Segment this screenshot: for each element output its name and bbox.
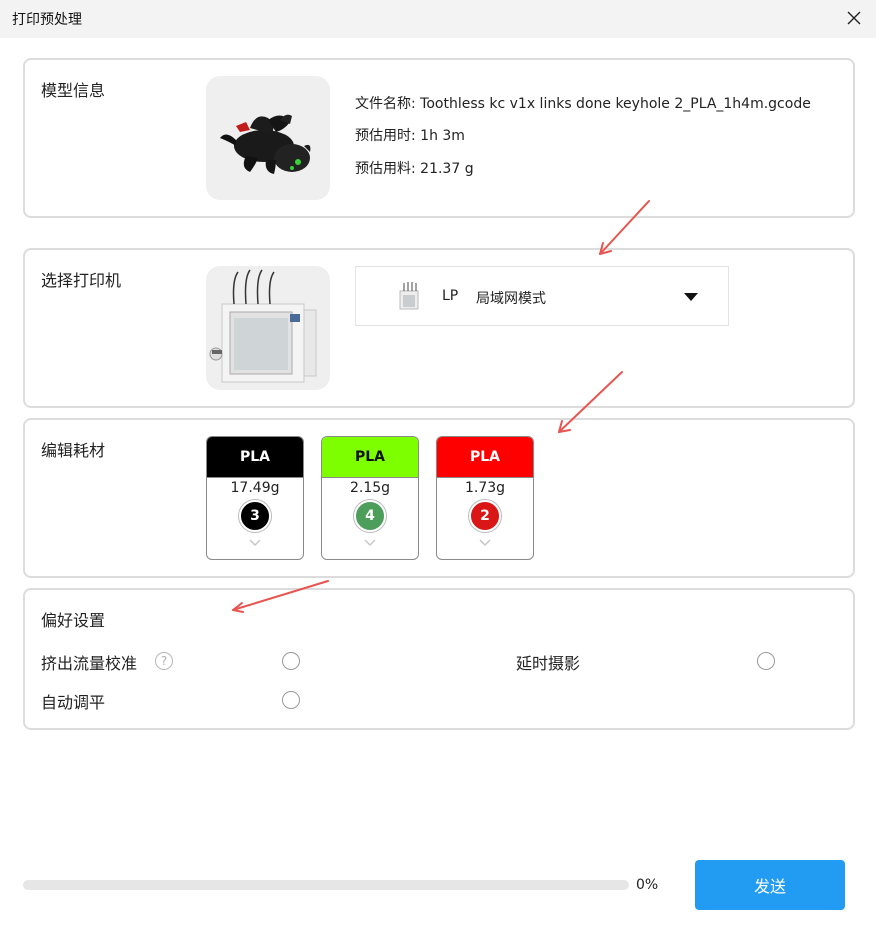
annotation-arrow-icon: [232, 200, 650, 613]
progress-bar: [23, 880, 629, 890]
progress-text: 0%: [636, 877, 659, 893]
send-button[interactable]: 发送: [695, 860, 845, 910]
